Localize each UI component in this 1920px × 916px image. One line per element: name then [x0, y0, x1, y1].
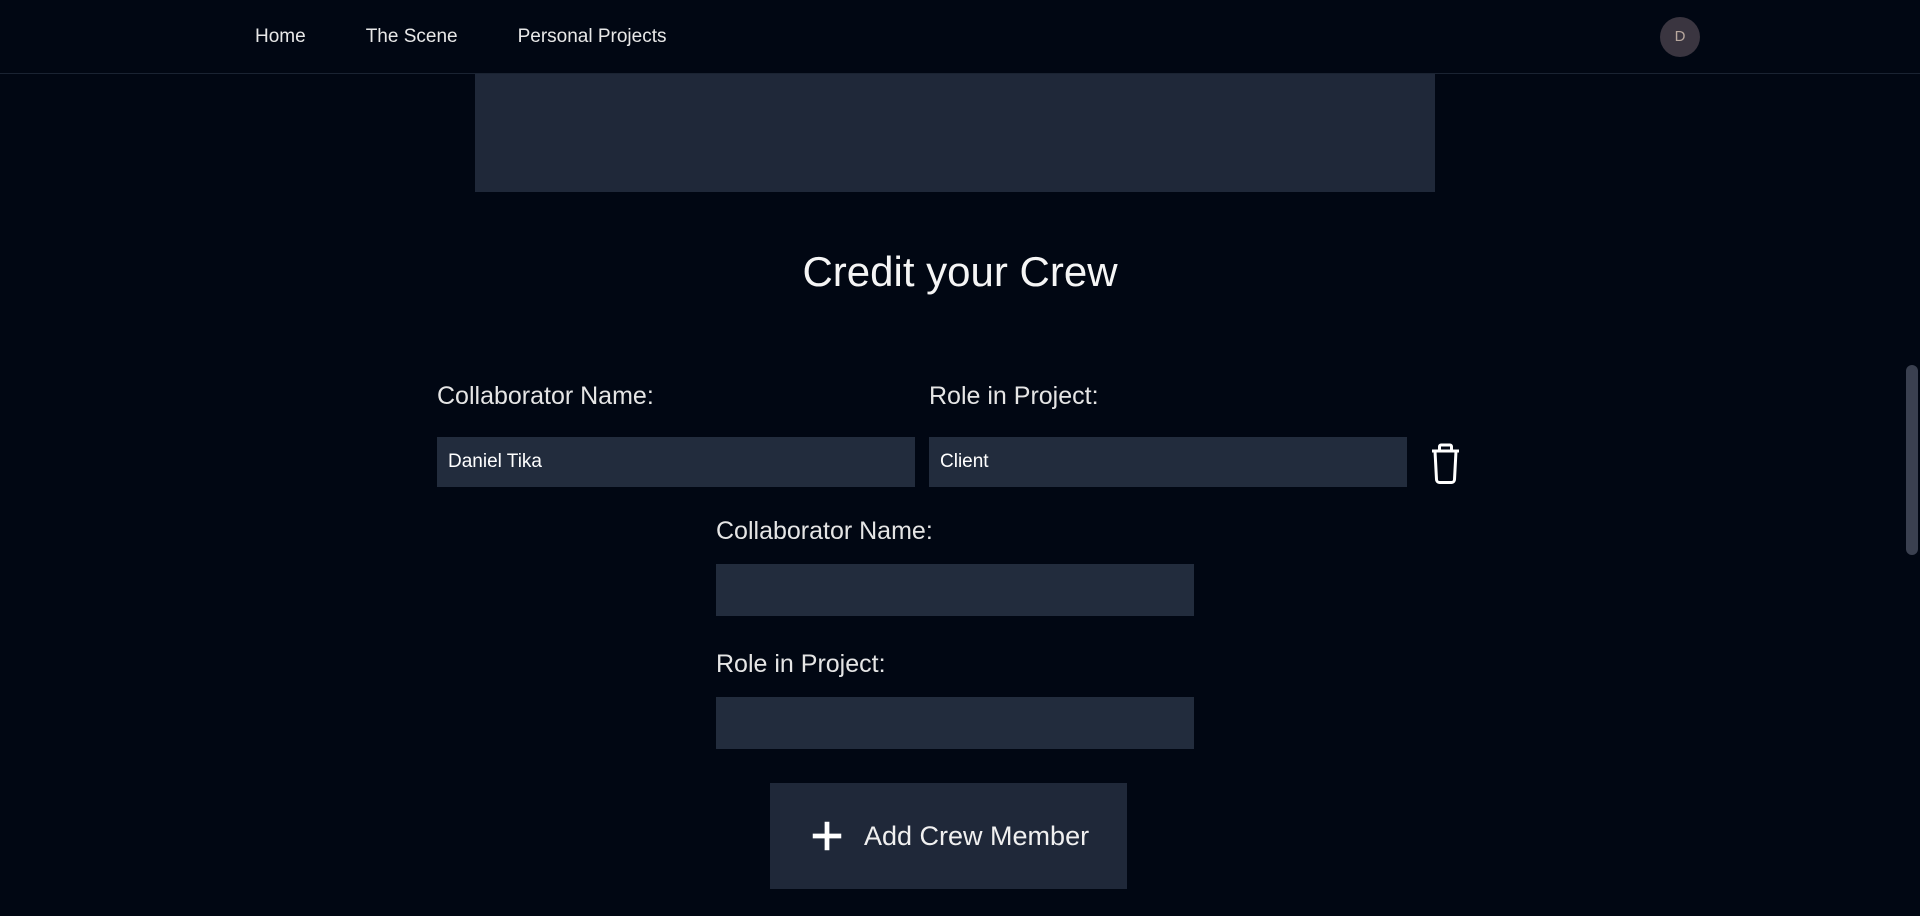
nav-link-scene[interactable]: The Scene: [366, 26, 458, 48]
scrollbar[interactable]: [1904, 75, 1920, 916]
field-group-role: Role in Project:: [929, 382, 1407, 487]
field-group-name: Collaborator Name:: [437, 382, 915, 487]
new-collaborator-name-label: Collaborator Name:: [716, 517, 1920, 546]
role-input[interactable]: [929, 437, 1407, 487]
add-crew-label: Add Crew Member: [864, 821, 1089, 852]
new-name-field-group: Collaborator Name:: [716, 517, 1920, 616]
trash-icon: [1427, 442, 1464, 484]
collaborator-name-label: Collaborator Name:: [437, 382, 915, 411]
new-crew-form: Collaborator Name: Role in Project:: [716, 517, 1920, 749]
role-label: Role in Project:: [929, 382, 1407, 411]
nav-link-home[interactable]: Home: [255, 26, 306, 48]
avatar[interactable]: D: [1660, 17, 1700, 57]
delete-button[interactable]: [1421, 439, 1469, 487]
top-nav: Home The Scene Personal Projects D: [0, 0, 1920, 74]
nav-links: Home The Scene Personal Projects: [255, 26, 667, 48]
new-collaborator-name-input[interactable]: [716, 564, 1194, 616]
new-role-input[interactable]: [716, 697, 1194, 749]
collaborator-name-input[interactable]: [437, 437, 915, 487]
nav-link-projects[interactable]: Personal Projects: [518, 26, 667, 48]
content-area: Credit your Crew Collaborator Name: Role…: [0, 74, 1920, 889]
new-role-field-group: Role in Project:: [716, 650, 1920, 749]
new-role-label: Role in Project:: [716, 650, 1920, 679]
scrollbar-thumb[interactable]: [1906, 365, 1918, 555]
section-title: Credit your Crew: [0, 248, 1920, 296]
plus-icon: [808, 817, 846, 855]
crew-row: Collaborator Name: Role in Project:: [437, 382, 1920, 487]
add-crew-button[interactable]: Add Crew Member: [770, 783, 1127, 889]
preview-block: [475, 74, 1435, 192]
